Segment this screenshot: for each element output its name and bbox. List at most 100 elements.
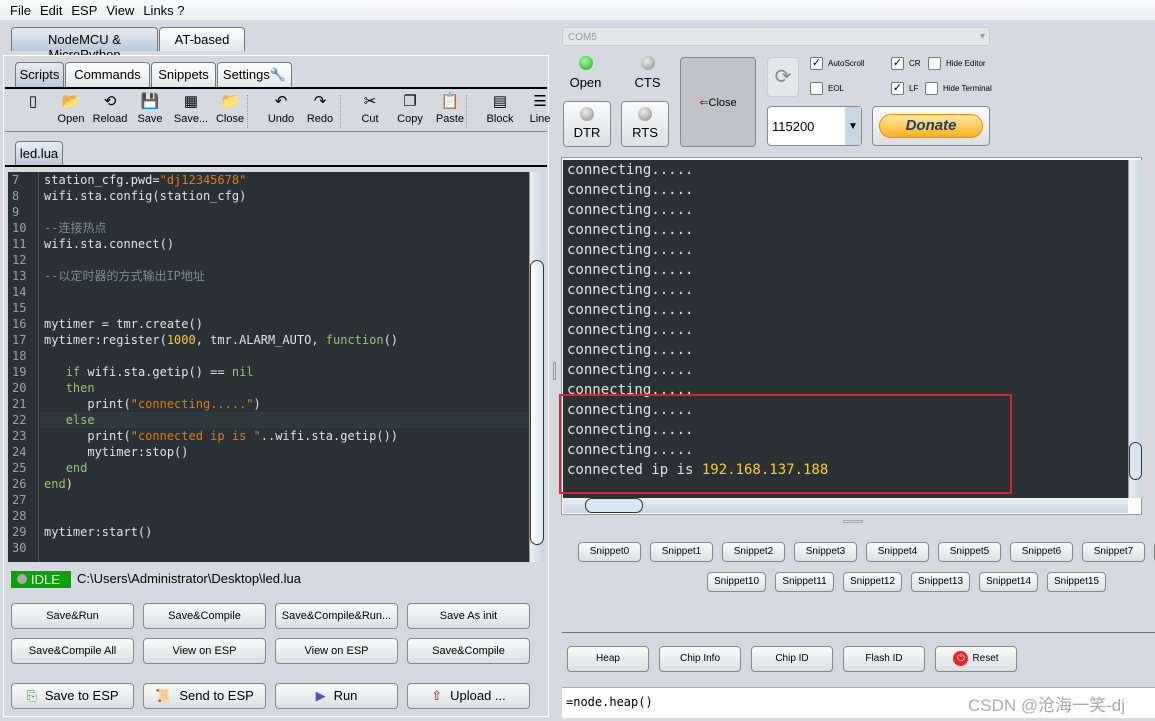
code-line: print("connecting.....") bbox=[44, 396, 529, 412]
rts-led-icon bbox=[638, 107, 652, 121]
snippet-button[interactable]: Snippet5 bbox=[938, 542, 1001, 562]
dtr-button[interactable]: DTR bbox=[563, 101, 611, 147]
run-button[interactable]: ▶ Run bbox=[275, 683, 398, 709]
reset-button[interactable]: ⏻ Reset bbox=[935, 646, 1017, 672]
toolbar-line-button[interactable]: ☰ Line bbox=[520, 93, 560, 125]
tab-snippets[interactable]: Snippets bbox=[151, 62, 216, 87]
donate-button[interactable]: Donate bbox=[872, 106, 990, 146]
snippet-button[interactable]: Snippet3 bbox=[794, 542, 857, 562]
port-select[interactable]: COM5 ▾ bbox=[562, 27, 990, 46]
snippet-button[interactable]: Snippet14 bbox=[979, 572, 1038, 592]
toolbar-label: Save... bbox=[173, 113, 209, 125]
save-to-esp-button[interactable]: ⎘ Save to ESP bbox=[11, 683, 134, 709]
scrollbar-thumb[interactable] bbox=[530, 260, 544, 545]
toolbar-paste-button[interactable]: 📋 Paste bbox=[430, 93, 470, 125]
snippet-button[interactable]: Snippet6 bbox=[1010, 542, 1073, 562]
rts-button[interactable]: RTS bbox=[621, 101, 669, 147]
line-number: 18 bbox=[12, 349, 27, 363]
checkbox-autoscroll[interactable]: ✓ bbox=[810, 57, 823, 70]
close-port-button[interactable]: ⇐Close bbox=[680, 57, 756, 147]
code-line: end) bbox=[44, 476, 529, 492]
terminal-line: connecting..... bbox=[567, 202, 694, 218]
tab-at-based[interactable]: AT-based bbox=[159, 27, 245, 51]
send-to-esp-button[interactable]: 📜 Send to ESP bbox=[143, 683, 266, 709]
splitter-handle[interactable] bbox=[843, 520, 863, 523]
line-number-gutter: 7 8 9 10 11 12 13 14 15 16 17 18 19 20 21 22 23 24 25 26 27 2… bbox=[8, 172, 39, 562]
snippet-button[interactable]: Snippet2 bbox=[722, 542, 785, 562]
button-label: Run bbox=[333, 688, 358, 703]
flash-id-button[interactable]: Flash ID bbox=[843, 646, 925, 672]
snippet-button[interactable]: Snippet13 bbox=[911, 572, 970, 592]
save-compile-run--button[interactable]: Save&Compile&Run... bbox=[275, 603, 398, 629]
code-editor[interactable]: 7 8 9 10 11 12 13 14 15 16 17 18 19 20 21 22 23 24 25 26 27 2… bbox=[8, 172, 529, 562]
chip-info-button[interactable]: Chip Info bbox=[659, 646, 741, 672]
save-as-init-button[interactable]: Save As init bbox=[407, 603, 530, 629]
toolbar-cut-button[interactable]: ✂ Cut bbox=[350, 93, 390, 125]
menu-file[interactable]: File bbox=[10, 3, 31, 20]
checkbox-eol[interactable] bbox=[810, 82, 823, 95]
checkbox-cr[interactable]: ✓ bbox=[891, 57, 904, 70]
toolbar-close-button[interactable]: 📁 Close bbox=[210, 93, 250, 125]
snippet-button[interactable]: Snippet0 bbox=[578, 542, 641, 562]
view-on-esp-button[interactable]: View on ESP bbox=[143, 638, 266, 664]
upload-button[interactable]: ⇧ Upload ... bbox=[407, 683, 530, 709]
scrollbar-thumb[interactable] bbox=[585, 498, 643, 513]
code-line: mytimer:register(1000, tmr.ALARM_AUTO, f… bbox=[44, 332, 529, 348]
snippet-button[interactable]: Snippet12 bbox=[843, 572, 902, 592]
menu-view[interactable]: View bbox=[106, 3, 134, 20]
line-number: 15 bbox=[12, 301, 27, 315]
menu-esp[interactable]: ESP bbox=[71, 3, 97, 20]
heap-button[interactable]: Heap bbox=[567, 646, 649, 672]
save-compile-button[interactable]: Save&Compile bbox=[143, 603, 266, 629]
menu-links[interactable]: Links ? bbox=[143, 3, 184, 20]
toolbar-save-button[interactable]: ▦ Save... bbox=[171, 93, 211, 125]
snippet-button[interactable]: Snippet7 bbox=[1082, 542, 1145, 562]
baud-select[interactable]: 115200 ▼ bbox=[767, 106, 862, 146]
toolbar-save-button[interactable]: 💾 Save bbox=[130, 93, 170, 125]
save-run-button[interactable]: Save&Run bbox=[11, 603, 134, 629]
snippet-button[interactable]: Snippet1 bbox=[650, 542, 713, 562]
refresh-button[interactable]: ⟳ bbox=[767, 57, 799, 97]
line-number: 11 bbox=[12, 237, 27, 251]
menu-edit[interactable]: Edit bbox=[40, 3, 62, 20]
splitter-handle[interactable] bbox=[553, 362, 556, 380]
code-line: mytimer:start() bbox=[44, 524, 529, 540]
line-number: 25 bbox=[12, 461, 27, 475]
terminal-horizontal-scrollbar[interactable] bbox=[563, 498, 1128, 513]
snippet-button[interactable]: Snippet11 bbox=[775, 572, 834, 592]
toolbar-separator bbox=[247, 95, 248, 128]
save-compile-all-button[interactable]: Save&Compile All bbox=[11, 638, 134, 664]
code-token: wifi.sta.config(station_cfg) bbox=[44, 189, 247, 203]
code-token: wifi.sta.getip() == bbox=[80, 365, 232, 379]
checkbox-lf[interactable]: ✓ bbox=[891, 82, 904, 95]
toolbar-separator bbox=[340, 95, 341, 128]
checkbox-hide-editor[interactable] bbox=[928, 57, 941, 70]
toolbar-copy-button[interactable]: ❐ Copy bbox=[390, 93, 430, 125]
editor-scrollbar[interactable] bbox=[529, 172, 544, 562]
toolbar-block-button[interactable]: ▤ Block bbox=[480, 93, 520, 125]
tab-commands[interactable]: Commands bbox=[65, 62, 150, 87]
snippet-button[interactable]: Snippet15 bbox=[1047, 572, 1106, 592]
tab-file-led-lua[interactable]: led.lua bbox=[15, 141, 63, 165]
upload-icon: ⇧ bbox=[431, 688, 443, 703]
toolbar-redo-button[interactable]: ↷ Redo bbox=[300, 93, 340, 125]
snippet-button[interactable]: Snippet10 bbox=[707, 572, 766, 592]
tab-scripts[interactable]: Scripts bbox=[15, 62, 64, 87]
checkbox-hide-terminal[interactable] bbox=[925, 82, 938, 95]
terminal-vertical-scrollbar[interactable] bbox=[1128, 160, 1142, 498]
view-on-esp-button[interactable]: View on ESP bbox=[275, 638, 398, 664]
scrollbar-thumb[interactable] bbox=[1129, 442, 1142, 480]
toolbar-open-button[interactable]: 📂 Open bbox=[51, 93, 91, 125]
tab-settings[interactable]: Settings🔧 bbox=[217, 62, 292, 87]
toolbar-new-button[interactable]: ▯ bbox=[13, 93, 53, 113]
code-token: end bbox=[44, 477, 66, 491]
save-compile-button[interactable]: Save&Compile bbox=[407, 638, 530, 664]
tab-nodemcu[interactable]: NodeMCU & MicroPython bbox=[11, 27, 158, 62]
snippet-button[interactable]: Snippet4 bbox=[866, 542, 929, 562]
chip-id-button[interactable]: Chip ID bbox=[751, 646, 833, 672]
toolbar-undo-button[interactable]: ↶ Undo bbox=[261, 93, 301, 125]
code-token: , tmr.ALARM_AUTO, bbox=[195, 333, 326, 347]
toolbar-reload-button[interactable]: ⟲ Reload bbox=[90, 93, 130, 125]
